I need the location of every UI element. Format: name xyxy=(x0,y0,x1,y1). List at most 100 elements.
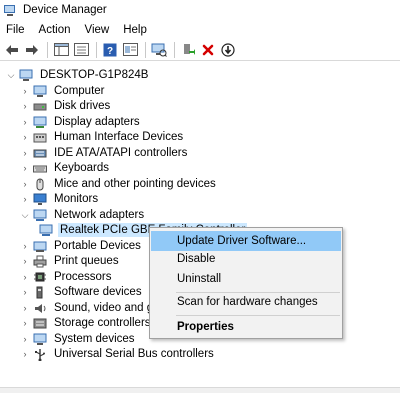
tree-item-disk-drives[interactable]: › Disk drives xyxy=(20,98,112,114)
chevron-right-icon[interactable]: › xyxy=(20,114,30,130)
tree-item-network-adapters[interactable]: ⌵ Network adapters xyxy=(20,207,146,223)
tree-item-label: Print queues xyxy=(54,255,119,267)
toolbar-separator xyxy=(96,41,97,58)
toolbar-separator xyxy=(174,41,175,58)
toolbar-separator xyxy=(47,41,48,58)
tree-item-storage-controllers[interactable]: › Storage controllers xyxy=(20,315,153,331)
ide-controller-icon xyxy=(33,147,47,160)
device-manager-icon xyxy=(4,4,17,17)
storage-controller-icon xyxy=(33,317,47,330)
menu-file[interactable]: File xyxy=(0,24,32,36)
tree-item-system-devices[interactable]: › System devices xyxy=(20,331,137,347)
ctx-uninstall[interactable]: Uninstall xyxy=(151,269,341,289)
computer-icon xyxy=(33,85,47,98)
context-menu: Update Driver Software... Disable Uninst… xyxy=(149,227,343,339)
chevron-right-icon[interactable]: › xyxy=(20,331,30,347)
chevron-right-icon[interactable]: › xyxy=(20,98,30,114)
tree-item-label: Software devices xyxy=(54,286,142,298)
mouse-icon xyxy=(33,178,47,191)
tree-item-human-interface-devices[interactable]: › Human Interface Devices xyxy=(20,129,185,145)
portable-device-icon xyxy=(33,240,47,253)
tree-item-label: Display adapters xyxy=(54,116,140,128)
tree-item-label: Network adapters xyxy=(54,209,145,221)
disable-icon[interactable] xyxy=(219,41,237,59)
tree-item-label: Sound, video and ga xyxy=(54,302,160,314)
processor-icon xyxy=(33,271,47,284)
tree-item-computer[interactable]: › Computer xyxy=(20,83,107,99)
chevron-right-icon[interactable]: › xyxy=(20,176,30,192)
forward-arrow-icon[interactable] xyxy=(23,41,41,59)
ctx-scan-hardware[interactable]: Scan for hardware changes xyxy=(151,292,341,312)
tree-item-usb-controllers[interactable]: › Universal Serial Bus controllers xyxy=(20,346,216,362)
usb-icon xyxy=(33,348,47,361)
menu-help[interactable]: Help xyxy=(116,24,154,36)
printer-icon xyxy=(33,255,47,268)
tree-item-label: Computer xyxy=(54,85,105,97)
back-arrow-icon[interactable] xyxy=(3,41,21,59)
network-adapter-icon xyxy=(39,224,53,237)
chevron-right-icon[interactable]: › xyxy=(20,346,30,362)
tree-item-software-devices[interactable]: › Software devices xyxy=(20,284,144,300)
tree-item-label: Keyboards xyxy=(54,162,109,174)
tree-item-keyboards[interactable]: › Keyboards xyxy=(20,160,111,176)
chevron-right-icon[interactable]: › xyxy=(20,269,30,285)
chevron-right-icon[interactable]: › xyxy=(20,300,30,316)
tree-item-label: IDE ATA/ATAPI controllers xyxy=(54,147,188,159)
tree-item-print-queues[interactable]: › Print queues xyxy=(20,253,121,269)
properties-pane-icon[interactable] xyxy=(72,41,90,59)
speaker-icon xyxy=(33,302,47,315)
tree-item-portable-devices[interactable]: › Portable Devices xyxy=(20,238,143,254)
tree-item-label: System devices xyxy=(54,333,135,345)
chevron-right-icon[interactable]: › xyxy=(20,253,30,269)
tree-item-label: Monitors xyxy=(54,193,99,205)
tree-item-label: Human Interface Devices xyxy=(54,131,184,143)
scan-hardware-icon[interactable] xyxy=(150,41,168,59)
chevron-right-icon[interactable]: › xyxy=(20,83,30,99)
keyboard-icon xyxy=(33,162,47,175)
tree-item-mice[interactable]: › Mice and other pointing devices xyxy=(20,176,218,192)
chevron-right-icon[interactable]: › xyxy=(20,284,30,300)
window-title: Device Manager xyxy=(23,4,107,16)
ctx-properties[interactable]: Properties xyxy=(151,317,341,337)
menu-bar: File Action View Help xyxy=(0,21,400,39)
show-hide-tree-icon[interactable] xyxy=(52,41,70,59)
ctx-separator xyxy=(176,315,340,316)
title-bar: Device Manager xyxy=(0,0,400,20)
chevron-right-icon[interactable]: › xyxy=(20,160,30,176)
monitor-icon xyxy=(33,193,47,206)
hid-icon xyxy=(33,131,47,144)
tree-item-ide-ata-atapi-controllers[interactable]: › IDE ATA/ATAPI controllers xyxy=(20,145,189,161)
toolbar-separator xyxy=(145,41,146,58)
chevron-down-icon[interactable]: ⌵ xyxy=(20,207,30,223)
tree-item-label: Mice and other pointing devices xyxy=(54,178,216,190)
tree-item-label: Portable Devices xyxy=(54,240,141,252)
network-adapter-icon xyxy=(33,209,47,222)
tree-item-monitors[interactable]: › Monitors xyxy=(20,191,100,207)
ctx-disable[interactable]: Disable xyxy=(151,249,341,269)
tree-item-label: Universal Serial Bus controllers xyxy=(54,348,214,360)
chevron-right-icon[interactable]: › xyxy=(20,191,30,207)
tree-root[interactable]: ⌵ DESKTOP-G1P824B xyxy=(6,67,150,83)
ctx-update-driver[interactable]: Update Driver Software... xyxy=(151,231,341,251)
chevron-right-icon[interactable]: › xyxy=(20,129,30,145)
tree-item-label: Disk drives xyxy=(54,100,111,112)
computer-icon xyxy=(19,69,33,82)
update-driver-icon[interactable] xyxy=(179,41,197,59)
tree-item-sound-video-game[interactable]: › Sound, video and ga xyxy=(20,300,162,316)
menu-view[interactable]: View xyxy=(78,24,117,36)
tree-item-display-adapters[interactable]: › Display adapters xyxy=(20,114,142,130)
chevron-right-icon[interactable]: › xyxy=(20,145,30,161)
chevron-down-icon[interactable]: ⌵ xyxy=(6,67,16,83)
chevron-right-icon[interactable]: › xyxy=(20,238,30,254)
properties-icon[interactable] xyxy=(121,41,139,59)
software-device-icon xyxy=(33,286,47,299)
tree-item-label: Storage controllers xyxy=(54,317,151,329)
svg-text:?: ? xyxy=(107,46,113,57)
menu-action[interactable]: Action xyxy=(32,24,78,36)
tree-item-processors[interactable]: › Processors xyxy=(20,269,114,285)
toolbar: ? xyxy=(0,39,400,61)
help-icon[interactable]: ? xyxy=(101,41,119,59)
disk-drive-icon xyxy=(33,100,47,113)
uninstall-icon[interactable] xyxy=(199,41,217,59)
chevron-right-icon[interactable]: › xyxy=(20,315,30,331)
